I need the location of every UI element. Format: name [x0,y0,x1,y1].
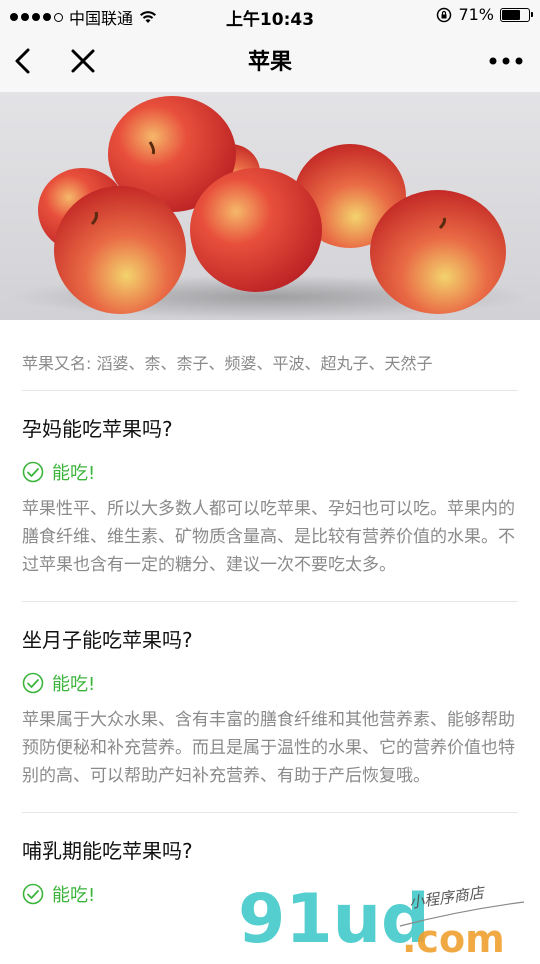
more-icon [489,57,523,65]
verdict-label: 能吃! [52,463,96,484]
verdict-label: 能吃! [52,885,96,906]
alias-line: 苹果又名: 滔婆、柰、柰子、频婆、平波、超丸子、天然子 [22,320,518,391]
verdict-label: 能吃! [52,674,96,695]
section-question: 孕妈能吃苹果吗? [22,417,173,441]
watermark-domain: .com [402,917,505,960]
section-description: 苹果性平、所以大多数人都可以吃苹果、孕妇也可以吃。苹果内的膳食纤维、维生素、矿物… [22,499,515,575]
rotation-lock-icon [437,7,452,22]
check-circle-icon [22,461,44,483]
section-question: 哺乳期能吃苹果吗? [22,839,193,863]
page-title: 苹果 [247,50,292,75]
navigation-bar: 苹果 [0,30,540,92]
content-area: 苹果又名: 滔婆、柰、柰子、频婆、平波、超丸子、天然子 孕妈能吃苹果吗? 能吃!… [0,320,540,939]
status-bar: 中国联通 上午10:43 71% [0,0,540,30]
check-circle-icon [22,883,44,905]
section-verdict: 能吃! [22,459,518,485]
section-question: 坐月子能吃苹果吗? [22,628,193,652]
status-right: 71% [436,5,533,24]
watermark-main: 91ud [238,880,430,959]
apple-hero-image [0,92,540,320]
section-pregnant: 孕妈能吃苹果吗? 能吃! 苹果性平、所以大多数人都可以吃苹果、孕妇也可以吃。苹果… [22,391,518,602]
section-description: 苹果属于大众水果、含有丰富的膳食纤维和其他营养素、能够帮助预防便秘和补充营养。而… [22,710,515,786]
watermark-logo: 91ud .com 小程序商店 [232,880,532,961]
section-postpartum: 坐月子能吃苹果吗? 能吃! 苹果属于大众水果、含有丰富的膳食纤维和其他营养素、能… [22,602,518,813]
battery-percent: 71% [458,5,494,24]
more-button[interactable] [486,44,526,78]
battery-icon [500,7,533,22]
section-verdict: 能吃! [22,670,518,696]
check-circle-icon [22,672,44,694]
